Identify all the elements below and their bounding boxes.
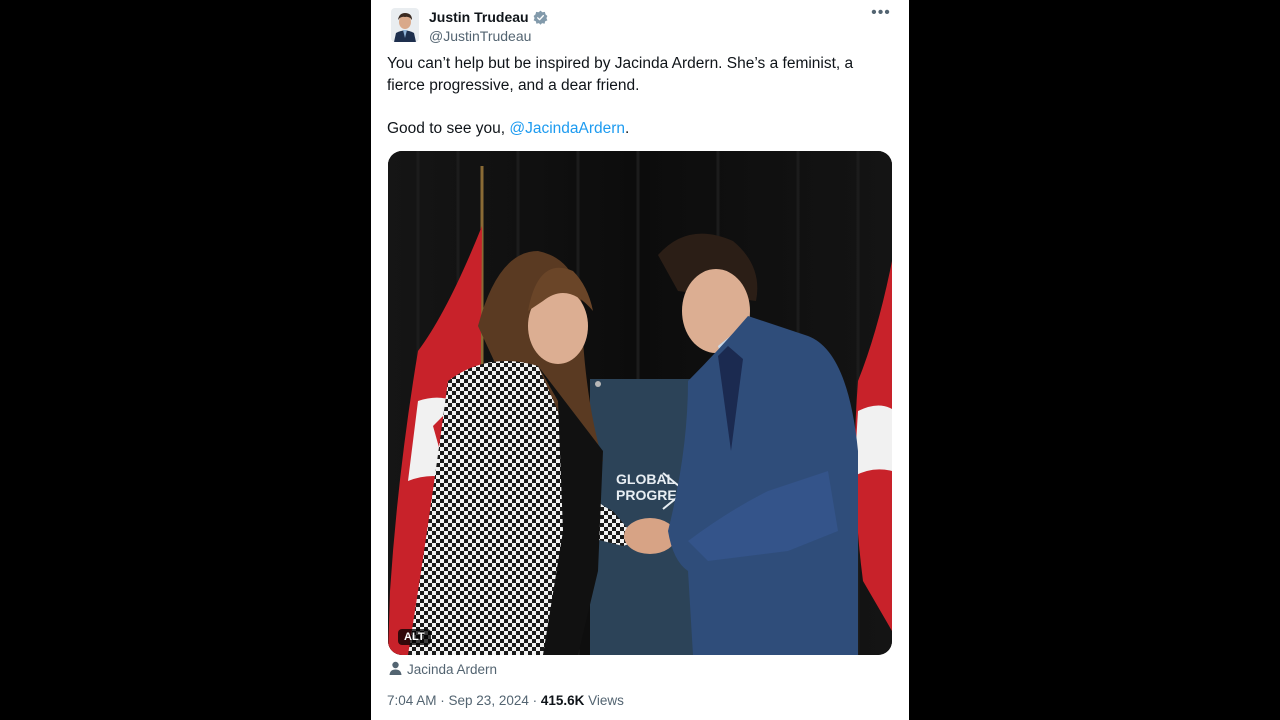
tweet-meta: 7:04 AM · Sep 23, 2024 · 415.6K Views [387, 693, 624, 708]
tagged-person-name[interactable]: Jacinda Ardern [407, 662, 497, 677]
alt-text-badge[interactable]: ALT [398, 629, 431, 645]
greeting-text: Good to see you, [387, 120, 510, 137]
author-name[interactable]: Justin Trudeau [429, 9, 529, 25]
tweet-photo[interactable]: GLOBAL PROGRESS ALT [388, 151, 892, 655]
tweet-text-paragraph-2: Good to see you, @JacindaArdern. [387, 118, 887, 140]
mention-link[interactable]: @JacindaArdern [509, 120, 625, 137]
person-icon [389, 661, 402, 678]
tweet-text-paragraph-1: You can’t help but be inspired by Jacind… [387, 55, 854, 94]
views-label: Views [584, 693, 624, 708]
author-name-row: Justin Trudeau [429, 9, 548, 25]
tweet-card: Justin Trudeau @JustinTrudeau ••• You ca… [371, 0, 909, 720]
views-count: 415.6K [540, 693, 585, 708]
author-handle[interactable]: @JustinTrudeau [429, 28, 531, 44]
greeting-period: . [625, 120, 630, 137]
more-icon[interactable]: ••• [869, 5, 893, 26]
tweet-header: Justin Trudeau @JustinTrudeau ••• [387, 5, 893, 46]
tagged-people[interactable]: Jacinda Ardern [389, 661, 497, 678]
tweet-text: You can’t help but be inspired by Jacind… [387, 53, 887, 140]
timestamp[interactable]: 7:04 AM · Sep 23, 2024 [387, 693, 529, 708]
meta-separator: · [528, 693, 541, 708]
verified-badge-icon[interactable] [533, 10, 548, 25]
photo-illustration: GLOBAL PROGRESS [388, 151, 892, 655]
avatar[interactable] [391, 8, 419, 42]
banner-text-global: GLOBAL [616, 471, 676, 487]
